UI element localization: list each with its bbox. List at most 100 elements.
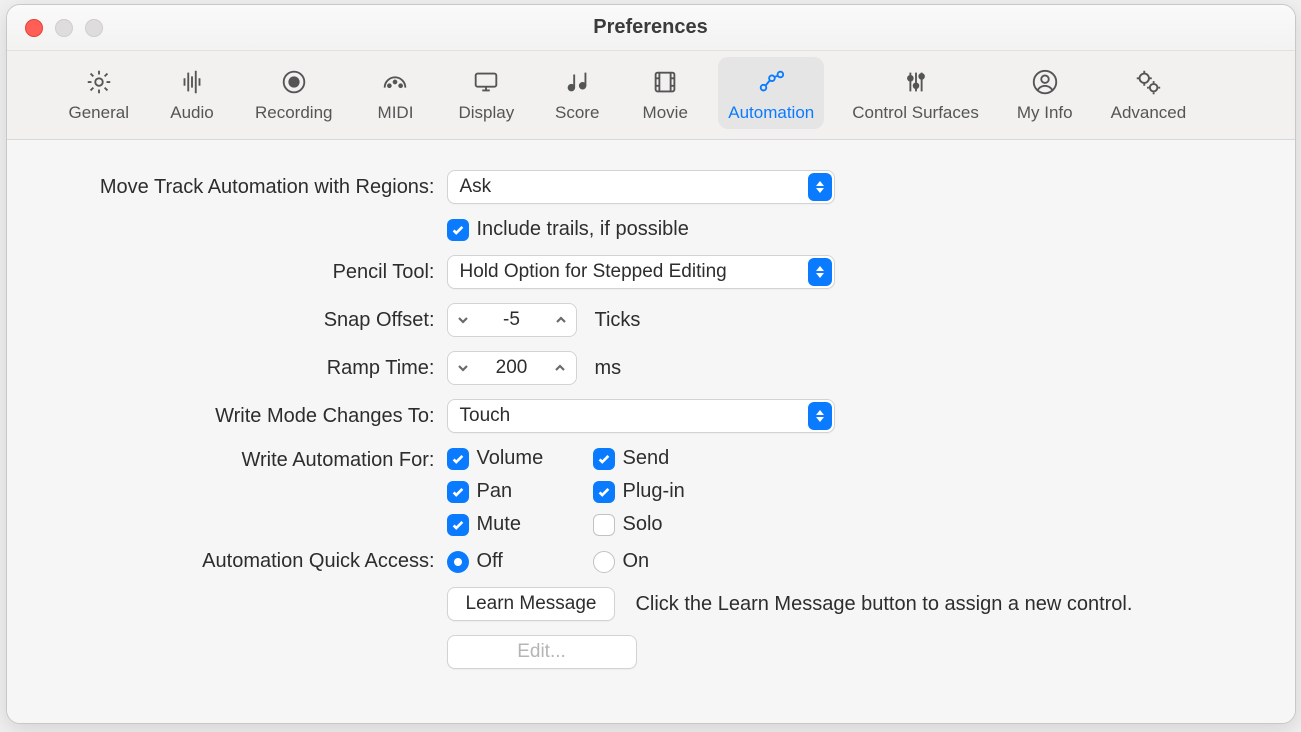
- preferences-toolbar: General Audio Recording MIDI Display: [7, 51, 1295, 140]
- person-circle-icon: [1028, 65, 1062, 99]
- ramp-time-unit: ms: [595, 357, 622, 380]
- checkbox-label: Pan: [477, 480, 513, 503]
- chevron-up-icon[interactable]: [550, 307, 572, 333]
- button-label: Learn Message: [466, 593, 597, 615]
- popup-arrows-icon: [808, 258, 832, 286]
- write-solo-checkbox[interactable]: Solo: [593, 513, 753, 536]
- record-icon: [277, 65, 311, 99]
- quick-access-label: Automation Quick Access:: [27, 550, 447, 573]
- tab-label: MIDI: [378, 103, 414, 123]
- film-icon: [648, 65, 682, 99]
- window-controls: [25, 19, 103, 37]
- checkbox-label: Solo: [623, 513, 663, 536]
- tab-label: Display: [458, 103, 514, 123]
- tab-audio[interactable]: Audio: [157, 57, 227, 129]
- minimize-window-button[interactable]: [55, 19, 73, 37]
- tab-label: Recording: [255, 103, 333, 123]
- tab-display[interactable]: Display: [448, 57, 524, 129]
- tab-advanced[interactable]: Advanced: [1101, 57, 1197, 129]
- pencil-tool-label: Pencil Tool:: [27, 261, 447, 284]
- tab-midi[interactable]: MIDI: [360, 57, 430, 129]
- tab-automation[interactable]: Automation: [718, 57, 824, 129]
- write-send-checkbox[interactable]: Send: [593, 447, 753, 470]
- snap-offset-label: Snap Offset:: [27, 309, 447, 332]
- checkmark-icon: [447, 481, 469, 503]
- learn-message-button[interactable]: Learn Message: [447, 587, 616, 621]
- music-notes-icon: [560, 65, 594, 99]
- move-automation-popup[interactable]: Ask: [447, 170, 835, 204]
- write-pan-checkbox[interactable]: Pan: [447, 480, 587, 503]
- tab-recording[interactable]: Recording: [245, 57, 343, 129]
- edit-button: Edit...: [447, 635, 637, 669]
- stepper-value: -5: [493, 309, 530, 331]
- tab-label: Movie: [643, 103, 688, 123]
- snap-offset-unit: Ticks: [595, 309, 641, 332]
- move-automation-label: Move Track Automation with Regions:: [27, 176, 447, 199]
- radio-label: Off: [477, 550, 503, 573]
- quick-access-off-radio[interactable]: Off: [447, 550, 587, 573]
- waveform-icon: [175, 65, 209, 99]
- tab-label: Audio: [170, 103, 213, 123]
- gear-icon: [82, 65, 116, 99]
- radio-empty-icon: [593, 551, 615, 573]
- tab-label: Advanced: [1111, 103, 1187, 123]
- checkmark-icon: [447, 514, 469, 536]
- automation-pane: Move Track Automation with Regions: Ask …: [7, 140, 1295, 723]
- radio-checked-icon: [447, 551, 469, 573]
- include-trails-checkbox[interactable]: Include trails, if possible: [447, 218, 689, 241]
- checkbox-label: Send: [623, 447, 670, 470]
- automation-icon: [754, 65, 788, 99]
- checkbox-label: Volume: [477, 447, 544, 470]
- tab-movie[interactable]: Movie: [630, 57, 700, 129]
- checkbox-empty-icon: [593, 514, 615, 536]
- ramp-time-stepper[interactable]: 200: [447, 351, 577, 385]
- sliders-icon: [899, 65, 933, 99]
- write-plugin-checkbox[interactable]: Plug-in: [593, 480, 753, 503]
- tab-score[interactable]: Score: [542, 57, 612, 129]
- checkbox-label: Plug-in: [623, 480, 685, 503]
- popup-value: Ask: [460, 176, 492, 198]
- tab-label: My Info: [1017, 103, 1073, 123]
- tab-label: Control Surfaces: [852, 103, 979, 123]
- chevron-down-icon[interactable]: [452, 307, 474, 333]
- stepper-value: 200: [486, 357, 538, 379]
- zoom-window-button[interactable]: [85, 19, 103, 37]
- display-icon: [469, 65, 503, 99]
- tab-general[interactable]: General: [59, 57, 139, 129]
- quick-access-on-radio[interactable]: On: [593, 550, 753, 573]
- titlebar: Preferences: [7, 5, 1295, 51]
- tab-label: Automation: [728, 103, 814, 123]
- tab-control-surfaces[interactable]: Control Surfaces: [842, 57, 989, 129]
- checkbox-label: Include trails, if possible: [477, 218, 689, 241]
- ramp-time-label: Ramp Time:: [27, 357, 447, 380]
- checkbox-label: Mute: [477, 513, 521, 536]
- checkmark-icon: [593, 481, 615, 503]
- write-mute-checkbox[interactable]: Mute: [447, 513, 587, 536]
- tab-label: General: [69, 103, 129, 123]
- chevron-up-icon[interactable]: [549, 355, 571, 381]
- preferences-window: Preferences General Audio Recording MI: [6, 4, 1296, 724]
- button-label: Edit...: [517, 641, 566, 663]
- pencil-tool-popup[interactable]: Hold Option for Stepped Editing: [447, 255, 835, 289]
- gears-icon: [1131, 65, 1165, 99]
- write-mode-label: Write Mode Changes To:: [27, 405, 447, 428]
- checkmark-icon: [593, 448, 615, 470]
- popup-value: Touch: [460, 405, 511, 427]
- midi-port-icon: [378, 65, 412, 99]
- tab-label: Score: [555, 103, 599, 123]
- write-automation-for-label: Write Automation For:: [27, 447, 447, 472]
- learn-message-hint: Click the Learn Message button to assign…: [635, 593, 1132, 616]
- popup-arrows-icon: [808, 173, 832, 201]
- window-title: Preferences: [7, 16, 1295, 39]
- popup-value: Hold Option for Stepped Editing: [460, 261, 727, 283]
- chevron-down-icon[interactable]: [452, 355, 474, 381]
- close-window-button[interactable]: [25, 19, 43, 37]
- tab-my-info[interactable]: My Info: [1007, 57, 1083, 129]
- checkmark-icon: [447, 448, 469, 470]
- write-volume-checkbox[interactable]: Volume: [447, 447, 587, 470]
- write-mode-popup[interactable]: Touch: [447, 399, 835, 433]
- snap-offset-stepper[interactable]: -5: [447, 303, 577, 337]
- checkmark-icon: [447, 219, 469, 241]
- radio-label: On: [623, 550, 650, 573]
- popup-arrows-icon: [808, 402, 832, 430]
